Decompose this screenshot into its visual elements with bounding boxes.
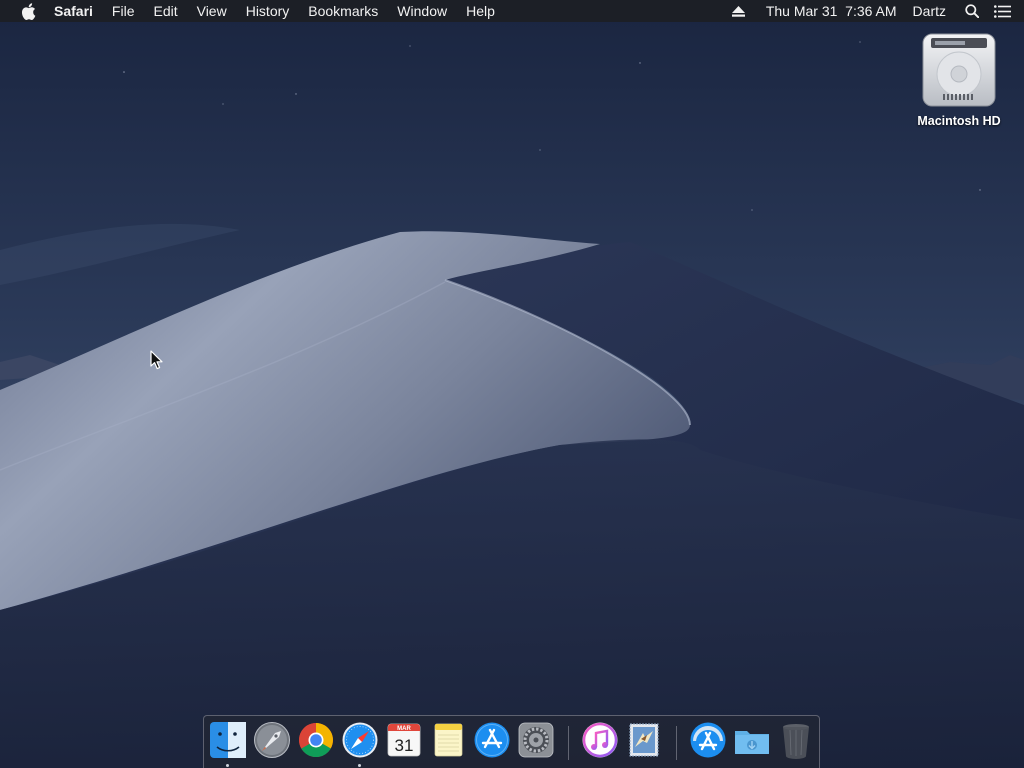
menu-edit[interactable]: Edit xyxy=(144,0,187,22)
menu-window[interactable]: Window xyxy=(388,0,457,22)
desktop-icon-macintosh-hd[interactable]: Macintosh HD xyxy=(904,30,1014,128)
dock-item-trash[interactable] xyxy=(777,721,815,759)
calendar-day-label: 31 xyxy=(395,736,414,755)
notes-icon xyxy=(434,723,463,757)
applications-folder-icon xyxy=(690,722,726,758)
mouse-pointer-icon xyxy=(150,350,163,370)
menu-help[interactable]: Help xyxy=(457,0,505,22)
menu-bar: Safari File Edit View History Bookmarks … xyxy=(0,0,1024,22)
wallpaper-image xyxy=(0,0,1024,768)
dock-item-launchpad[interactable] xyxy=(253,721,291,759)
launchpad-icon xyxy=(254,722,290,758)
dock-item-safari[interactable] xyxy=(341,721,379,759)
finder-icon xyxy=(210,722,246,758)
dock: MAR 31 xyxy=(203,715,820,768)
calendar-icon: MAR 31 xyxy=(387,723,421,757)
system-preferences-icon xyxy=(518,722,554,758)
dock-item-finder[interactable] xyxy=(209,721,247,759)
menu-app-safari[interactable]: Safari xyxy=(54,0,102,22)
running-indicator xyxy=(358,764,361,767)
calendar-month-label: MAR xyxy=(397,726,411,732)
dock-item-applications[interactable] xyxy=(689,721,727,759)
trash-icon xyxy=(783,724,809,759)
eject-icon[interactable] xyxy=(725,5,759,17)
dock-item-calendar[interactable]: MAR 31 xyxy=(385,721,423,759)
menu-user[interactable]: Dartz xyxy=(904,0,953,22)
mail-icon xyxy=(629,723,659,757)
desktop-icon-label: Macintosh HD xyxy=(917,114,1001,128)
dock-separator xyxy=(676,726,677,760)
dock-item-downloads[interactable] xyxy=(733,721,771,759)
app-store-icon xyxy=(474,722,510,758)
menu-clock[interactable]: Thu Mar 31 7:36 AM xyxy=(759,0,904,22)
itunes-icon xyxy=(582,722,618,758)
running-indicator xyxy=(226,764,229,767)
dock-separator xyxy=(568,726,569,760)
dock-item-notes[interactable] xyxy=(429,721,467,759)
dock-item-app-store[interactable] xyxy=(473,721,511,759)
menu-view[interactable]: View xyxy=(187,0,236,22)
dock-item-system-preferences[interactable] xyxy=(517,721,555,759)
spotlight-search-icon[interactable] xyxy=(953,4,986,18)
dock-item-chrome[interactable] xyxy=(297,721,335,759)
menu-bookmarks[interactable]: Bookmarks xyxy=(299,0,388,22)
dock-item-itunes[interactable] xyxy=(581,721,619,759)
downloads-folder-icon xyxy=(735,731,769,754)
chrome-icon xyxy=(299,723,333,758)
menu-history[interactable]: History xyxy=(236,0,299,22)
dock-item-mail[interactable] xyxy=(625,721,663,759)
safari-icon xyxy=(342,722,378,758)
hard-drive-icon xyxy=(922,33,996,107)
desktop[interactable]: Safari File Edit View History Bookmarks … xyxy=(0,0,1024,768)
notification-center-icon[interactable] xyxy=(986,4,1024,18)
apple-logo-icon[interactable] xyxy=(18,0,38,22)
menu-file[interactable]: File xyxy=(102,0,144,22)
